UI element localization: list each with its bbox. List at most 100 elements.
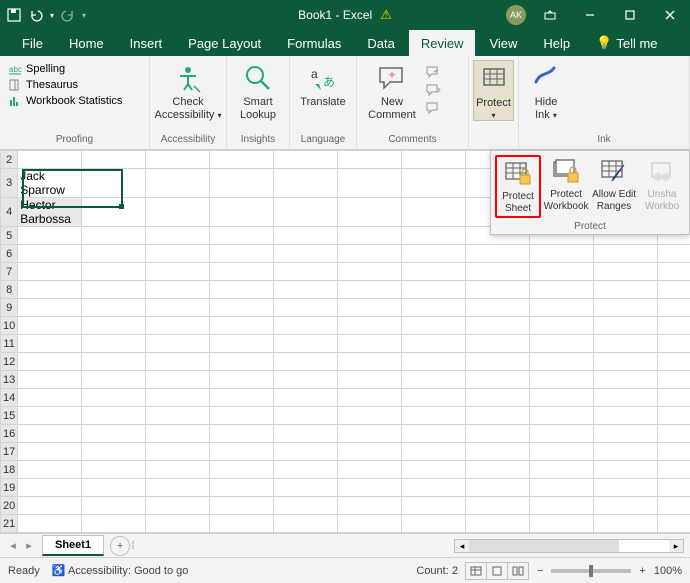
cell[interactable] [146,227,210,245]
cell[interactable] [594,443,658,461]
row-header[interactable]: 5 [1,227,18,245]
cell[interactable] [146,371,210,389]
cell[interactable] [18,227,82,245]
cell[interactable] [210,245,274,263]
row-header[interactable]: 14 [1,389,18,407]
row-header[interactable]: 20 [1,497,18,515]
cell[interactable] [338,371,402,389]
cell[interactable] [274,263,338,281]
cell[interactable] [338,407,402,425]
cell[interactable] [82,169,146,198]
cell[interactable] [210,299,274,317]
cell[interactable] [146,497,210,515]
cell[interactable] [402,497,466,515]
cell[interactable] [146,198,210,227]
cell[interactable] [594,515,658,533]
cell[interactable] [338,198,402,227]
cell[interactable] [530,299,594,317]
cell[interactable] [146,461,210,479]
cell[interactable] [338,281,402,299]
cell[interactable] [466,299,530,317]
cell[interactable] [530,245,594,263]
allow-edit-ranges-button[interactable]: Allow EditRanges [591,155,637,218]
undo-icon[interactable] [28,7,44,23]
cell[interactable] [530,497,594,515]
cell[interactable] [466,443,530,461]
cell[interactable] [274,245,338,263]
cell[interactable] [82,389,146,407]
cell[interactable] [146,281,210,299]
cell[interactable] [658,299,690,317]
row-header[interactable]: 2 [1,151,18,169]
view-page-break-button[interactable] [507,562,529,580]
cell[interactable] [210,353,274,371]
row-header[interactable]: 3 [1,169,18,198]
cell[interactable] [402,515,466,533]
cell[interactable] [18,479,82,497]
cell[interactable] [274,227,338,245]
cell[interactable] [466,389,530,407]
cell[interactable] [402,245,466,263]
row-header[interactable]: 19 [1,479,18,497]
cell[interactable] [402,198,466,227]
cell[interactable] [466,317,530,335]
scroll-right[interactable]: ▸ [669,540,683,552]
row-header[interactable]: 15 [1,407,18,425]
cell[interactable] [466,461,530,479]
redo-icon[interactable] [60,7,76,23]
cell[interactable] [274,281,338,299]
cell[interactable] [18,335,82,353]
cell[interactable] [530,479,594,497]
cell[interactable] [402,317,466,335]
cell[interactable] [402,299,466,317]
cell[interactable] [82,281,146,299]
cell[interactable] [658,479,690,497]
cell[interactable] [402,281,466,299]
cell[interactable] [82,425,146,443]
cell[interactable] [658,515,690,533]
cell[interactable] [402,461,466,479]
cell[interactable] [210,317,274,335]
tab-view[interactable]: View [477,30,529,56]
undo-dropdown[interactable]: ▾ [50,11,54,20]
cell[interactable] [338,317,402,335]
cell[interactable] [594,461,658,479]
cell[interactable] [594,317,658,335]
cell[interactable] [338,169,402,198]
cell[interactable] [18,389,82,407]
cell[interactable] [658,371,690,389]
cell[interactable] [466,335,530,353]
row-header[interactable]: 21 [1,515,18,533]
cell[interactable] [274,407,338,425]
tab-home[interactable]: Home [57,30,116,56]
cell[interactable] [146,169,210,198]
smart-lookup-button[interactable]: SmartLookup [231,60,285,122]
cell[interactable] [402,169,466,198]
zoom-out-button[interactable]: − [537,565,543,577]
prev-comment-button[interactable] [424,64,442,80]
show-comments-button[interactable] [424,100,442,116]
maximize-icon[interactable] [610,0,650,30]
cell[interactable] [338,263,402,281]
cell[interactable] [18,407,82,425]
cell[interactable] [146,479,210,497]
cell[interactable] [658,389,690,407]
ribbon-options-icon[interactable] [530,0,570,30]
cell[interactable] [18,461,82,479]
protect-sheet-button[interactable]: ProtectSheet [495,155,541,218]
cell[interactable] [82,198,146,227]
cell[interactable] [82,335,146,353]
cell[interactable] [274,515,338,533]
cell[interactable] [82,227,146,245]
cell[interactable] [594,497,658,515]
cell[interactable] [594,299,658,317]
cell[interactable] [146,299,210,317]
save-icon[interactable] [6,7,22,23]
cell[interactable] [210,371,274,389]
row-header[interactable]: 9 [1,299,18,317]
cell[interactable] [18,299,82,317]
tab-formulas[interactable]: Formulas [275,30,353,56]
cell[interactable] [146,151,210,169]
cell[interactable] [530,443,594,461]
zoom-slider[interactable] [551,569,631,573]
